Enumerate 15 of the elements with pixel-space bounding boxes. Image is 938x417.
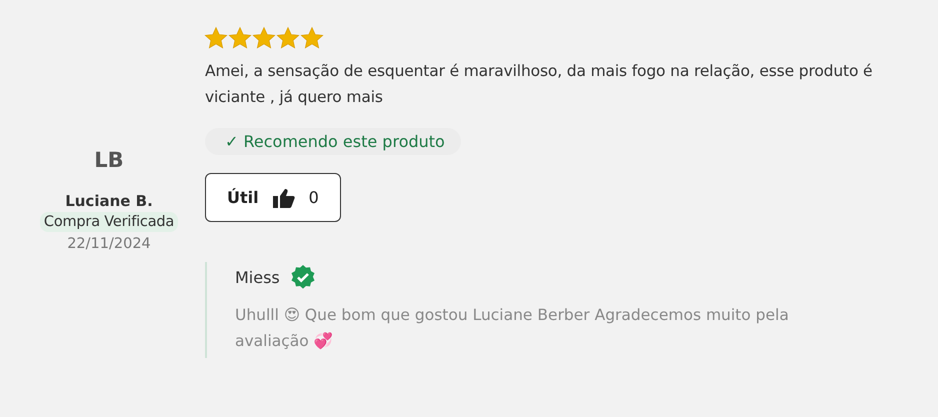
thumbs-up-icon [272, 188, 295, 208]
avatar-initials: LB [93, 147, 125, 174]
review-text: Amei, a sensação de esquentar é maravilhoso, da mais fogo na relação, esse produto é viciante , já quero mais [205, 61, 874, 108]
helpful-button[interactable]: Útil 0 [205, 173, 341, 222]
star-icon [204, 26, 228, 50]
star-icon [228, 26, 252, 50]
star-icon [276, 26, 300, 50]
verified-purchase-badge: Compra Verificada [40, 212, 178, 232]
review-date: 22/11/2024 [67, 236, 151, 252]
star-icon [252, 26, 276, 50]
star-icon [300, 26, 324, 50]
reviewer-name: Luciane B. [65, 192, 153, 210]
reply-author: Miess [235, 268, 280, 286]
recommend-badge: ✓ Recomendo este produto [205, 128, 461, 155]
reply-text: Uhulll 😍 Que bom que gostou Luciane Berber Agradecemos muito pela avaliação 💞 [235, 305, 790, 352]
